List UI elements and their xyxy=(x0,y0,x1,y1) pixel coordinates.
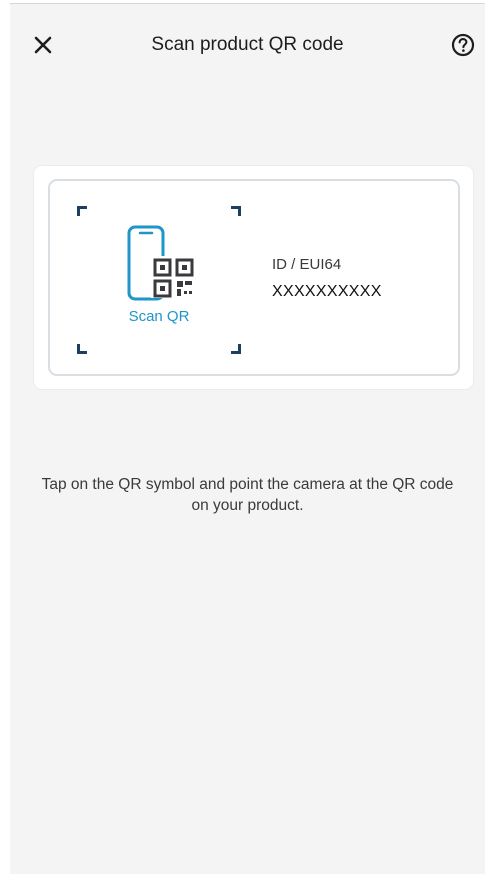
top-app-bar: Scan product QR code xyxy=(10,4,485,86)
frame-corner-bottom-right xyxy=(231,344,241,354)
scan-qr-button[interactable]: Scan QR xyxy=(77,206,241,354)
help-button[interactable] xyxy=(450,32,476,58)
page-title: Scan product QR code xyxy=(151,34,344,55)
id-label: ID / EUI64 xyxy=(272,256,342,273)
id-value: XXXXXXXXXX xyxy=(272,283,382,300)
frame-corner-bottom-left xyxy=(77,344,87,354)
help-circle-icon xyxy=(451,33,475,57)
frame-corner-top-right xyxy=(231,206,241,216)
close-button[interactable] xyxy=(30,32,56,58)
screen: Scan product QR code Scan QR ID / EUI64 … xyxy=(10,3,485,874)
instruction-text: Tap on the QR symbol and point the camer… xyxy=(41,476,454,514)
scan-card-inner: Scan QR ID / EUI64 XXXXXXXXXX xyxy=(48,179,460,376)
phone-qr-icon xyxy=(127,225,197,301)
scan-card: Scan QR ID / EUI64 XXXXXXXXXX xyxy=(33,165,474,390)
scan-qr-label: Scan QR xyxy=(128,308,190,325)
frame-corner-top-left xyxy=(77,206,87,216)
close-icon xyxy=(34,36,52,54)
